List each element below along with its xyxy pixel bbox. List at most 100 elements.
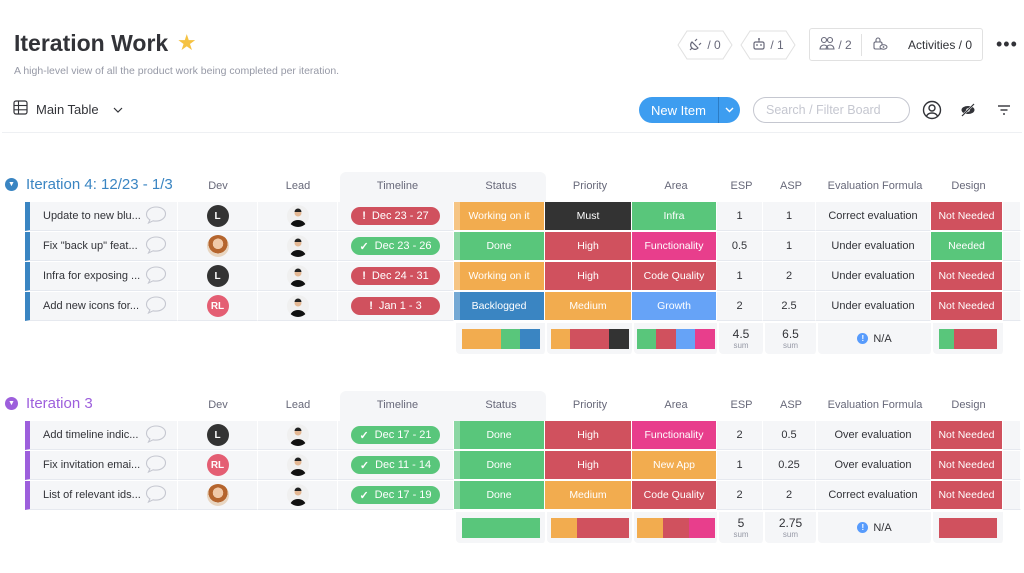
timeline-pill[interactable]: ✓ Dec 17 - 19 <box>351 486 440 504</box>
dev-cell[interactable]: L <box>178 421 258 450</box>
area-cell[interactable]: New App <box>632 451 717 480</box>
item-name-cell[interactable]: Fix "back up" feat... <box>25 232 178 261</box>
collapse-group-icon[interactable]: ▼ <box>5 178 18 191</box>
area-cell[interactable]: Functionality <box>632 421 717 450</box>
design-cell[interactable]: Not Needed <box>931 202 1003 231</box>
status-cell[interactable]: Done <box>454 481 545 510</box>
filter-icon[interactable] <box>997 103 1011 121</box>
hide-columns-icon[interactable] <box>960 103 976 122</box>
asp-cell[interactable]: 2.5 <box>763 292 816 321</box>
timeline-cell[interactable]: ✓ Dec 23 - 26 <box>338 232 454 261</box>
col-asp[interactable]: ASP <box>765 180 817 192</box>
area-cell[interactable]: Growth <box>632 292 717 321</box>
area-cell[interactable]: Code Quality <box>632 481 717 510</box>
col-area[interactable]: Area <box>634 399 718 411</box>
col-esp[interactable]: ESP <box>719 180 764 192</box>
area-cell[interactable]: Code Quality <box>632 262 717 291</box>
design-cell[interactable]: Not Needed <box>931 421 1003 450</box>
view-selector[interactable]: Main Table <box>13 100 123 118</box>
item-name[interactable]: Add timeline indic... <box>43 429 138 441</box>
item-name-cell[interactable]: Add timeline indic... <box>25 421 178 450</box>
priority-cell[interactable]: High <box>545 232 632 261</box>
lead-cell[interactable] <box>258 421 338 450</box>
status-cell[interactable]: Working on it <box>454 202 545 231</box>
dev-cell[interactable]: RL <box>178 451 258 480</box>
esp-cell[interactable]: 1 <box>717 202 763 231</box>
col-esp[interactable]: ESP <box>719 399 764 411</box>
priority-summary[interactable] <box>547 512 634 543</box>
avatar[interactable]: L <box>206 265 229 287</box>
dev-cell[interactable]: L <box>178 262 258 291</box>
area-cell[interactable]: Infra <box>632 202 717 231</box>
timeline-pill[interactable]: ! Jan 1 - 3 <box>351 297 440 315</box>
priority-cell[interactable]: High <box>545 421 632 450</box>
lead-avatar-photo[interactable] <box>286 295 309 317</box>
timeline-cell[interactable]: ✓ Dec 11 - 14 <box>338 451 454 480</box>
col-priority[interactable]: Priority <box>547 180 633 192</box>
design-summary[interactable] <box>933 512 1005 543</box>
comment-icon[interactable] <box>145 424 167 446</box>
priority-cell[interactable]: Medium <box>545 292 632 321</box>
person-filter-icon[interactable] <box>922 100 942 125</box>
status-cell[interactable]: Working on it <box>454 262 545 291</box>
priority-cell[interactable]: High <box>545 262 632 291</box>
col-lead[interactable]: Lead <box>258 180 338 192</box>
activities-button[interactable]: Activities / 0 <box>862 35 982 54</box>
esp-cell[interactable]: 2 <box>717 421 763 450</box>
asp-cell[interactable]: 0.5 <box>763 421 816 450</box>
item-name[interactable]: Fix "back up" feat... <box>43 240 138 252</box>
col-design[interactable]: Design <box>933 399 1004 411</box>
lead-cell[interactable] <box>258 451 338 480</box>
col-evaluation[interactable]: Evaluation Formula <box>818 399 932 411</box>
item-name[interactable]: List of relevant ids... <box>43 489 141 501</box>
status-cell[interactable]: Done <box>454 421 545 450</box>
comment-icon[interactable] <box>145 265 167 287</box>
comment-icon[interactable] <box>145 235 167 257</box>
item-name[interactable]: Fix invitation emai... <box>43 459 140 471</box>
dev-cell[interactable] <box>178 481 258 510</box>
lead-avatar-photo[interactable] <box>286 205 309 227</box>
priority-cell[interactable]: Medium <box>545 481 632 510</box>
timeline-cell[interactable]: ✓ Dec 17 - 19 <box>338 481 454 510</box>
timeline-pill[interactable]: ✓ Dec 11 - 14 <box>351 456 440 474</box>
automations-button[interactable]: / 1 <box>740 30 796 60</box>
design-cell[interactable]: Not Needed <box>931 481 1003 510</box>
col-dev[interactable]: Dev <box>178 399 258 411</box>
lead-cell[interactable] <box>258 232 338 261</box>
new-item-dropdown[interactable] <box>718 97 740 123</box>
timeline-pill[interactable]: ! Dec 23 - 27 <box>351 207 440 225</box>
avatar[interactable]: RL <box>206 454 229 476</box>
dev-cell[interactable] <box>178 232 258 261</box>
members-button[interactable]: / 2 <box>810 33 862 56</box>
lead-avatar-photo[interactable] <box>286 265 309 287</box>
timeline-cell[interactable]: ! Dec 24 - 31 <box>338 262 454 291</box>
col-priority[interactable]: Priority <box>547 399 633 411</box>
esp-cell[interactable]: 2 <box>717 481 763 510</box>
asp-cell[interactable]: 0.25 <box>763 451 816 480</box>
lead-avatar-photo[interactable] <box>286 424 309 446</box>
esp-cell[interactable]: 1 <box>717 451 763 480</box>
col-lead[interactable]: Lead <box>258 399 338 411</box>
status-cell[interactable]: Done <box>454 232 545 261</box>
asp-cell[interactable]: 1 <box>763 202 816 231</box>
comment-icon[interactable] <box>145 454 167 476</box>
col-timeline[interactable]: Timeline <box>340 399 455 411</box>
comment-icon[interactable] <box>145 484 167 506</box>
area-summary[interactable] <box>634 512 719 543</box>
avatar-photo[interactable] <box>206 484 229 506</box>
area-summary[interactable] <box>634 323 719 354</box>
dev-cell[interactable]: L <box>178 202 258 231</box>
design-cell[interactable]: Needed <box>931 232 1003 261</box>
lead-avatar-photo[interactable] <box>286 484 309 506</box>
lead-cell[interactable] <box>258 262 338 291</box>
col-area[interactable]: Area <box>634 180 718 192</box>
timeline-pill[interactable]: ! Dec 24 - 31 <box>351 267 440 285</box>
status-cell[interactable]: Backlogged <box>454 292 545 321</box>
timeline-pill[interactable]: ✓ Dec 23 - 26 <box>351 237 440 255</box>
new-item-button[interactable]: New Item <box>639 97 740 123</box>
priority-cell[interactable]: Must <box>545 202 632 231</box>
search-input[interactable] <box>753 97 910 123</box>
design-cell[interactable]: Not Needed <box>931 292 1003 321</box>
dev-cell[interactable]: RL <box>178 292 258 321</box>
status-summary[interactable] <box>456 323 547 354</box>
